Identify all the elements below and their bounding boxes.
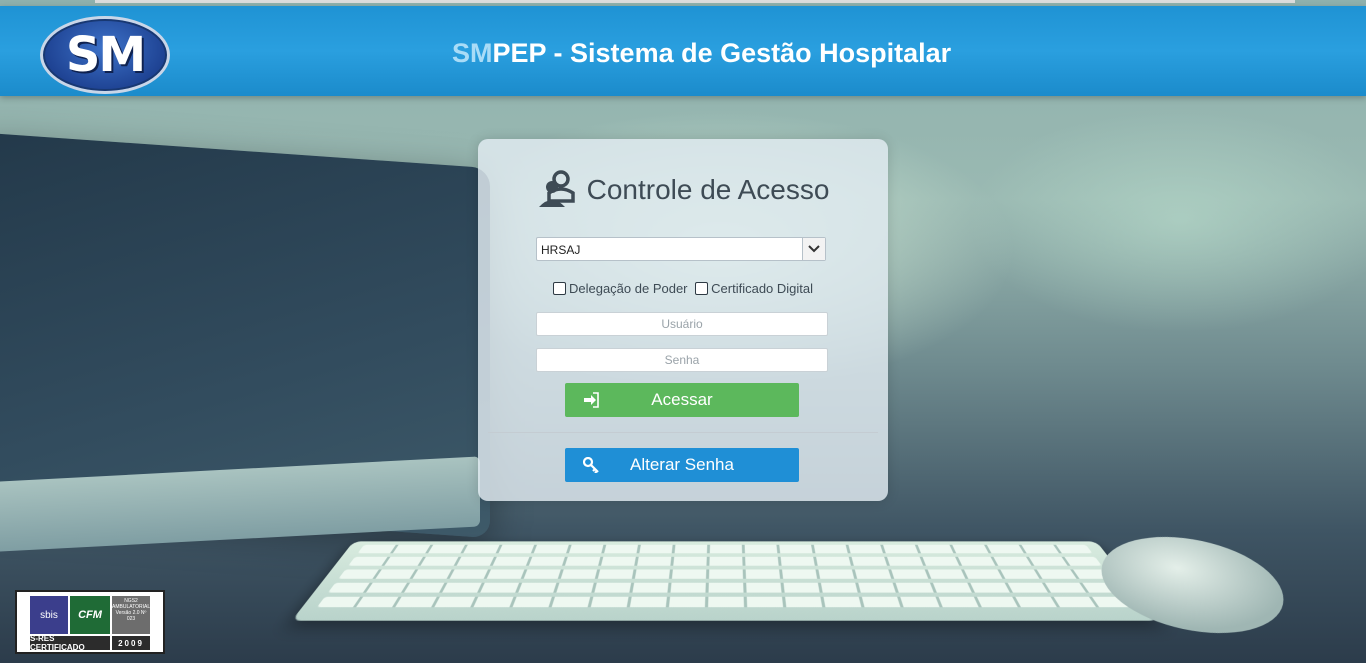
login-heading: Controle de Acesso: [478, 169, 888, 211]
delegacao-checkbox[interactable]: Delegação de Poder: [552, 281, 688, 296]
app-header: SM SMPEP - Sistema de Gestão Hospitalar: [0, 6, 1366, 96]
sm-logo: SM: [40, 16, 170, 94]
certificado-label: Certificado Digital: [711, 281, 814, 296]
unit-select-value: HRSAJ: [541, 243, 581, 257]
app-title: SMPEP - Sistema de Gestão Hospitalar: [452, 38, 951, 69]
certificado-checkbox[interactable]: Certificado Digital: [695, 281, 813, 296]
app-title-rest: PEP - Sistema de Gestão Hospitalar: [492, 38, 952, 68]
acessar-button[interactable]: Acessar: [565, 383, 799, 417]
delegacao-checkbox-box[interactable]: [552, 282, 566, 295]
certificado-checkbox-box[interactable]: [695, 282, 709, 295]
certification-year: 2009: [112, 636, 150, 650]
login-heading-text: Controle de Acesso: [586, 174, 830, 205]
ngs2-seal: NGS2 AMBULATORIAL Versão 2.0 Nº 023: [112, 596, 150, 634]
chevron-down-icon[interactable]: [802, 238, 825, 260]
alterar-senha-label: Alterar Senha: [630, 455, 734, 474]
username-input[interactable]: [536, 312, 828, 336]
delegacao-label: Delegação de Poder: [568, 281, 688, 296]
unit-select[interactable]: HRSAJ: [536, 237, 826, 261]
sign-in-icon: [584, 392, 599, 408]
login-options: Delegação de Poder Certificado Digital: [478, 281, 888, 298]
password-input[interactable]: [536, 348, 828, 372]
app-title-accent: SM: [452, 38, 493, 68]
alterar-senha-button[interactable]: Alterar Senha: [565, 448, 799, 482]
divider: [488, 432, 878, 433]
users-icon: [538, 170, 575, 207]
sbis-logo: sbis: [30, 596, 68, 634]
sres-certification-badge: sbis CFM NGS2 AMBULATORIAL Versão 2.0 Nº…: [15, 590, 165, 654]
login-card: Controle de Acesso HRSAJ Delegação de Po…: [478, 139, 888, 501]
background-keyboard: [291, 541, 1159, 621]
key-icon: [583, 457, 599, 473]
cfm-logo: CFM: [70, 596, 110, 634]
top-border-line: [95, 0, 1295, 3]
sres-certified-label: S-RES CERTIFICADO: [30, 634, 110, 652]
logo-text: SM: [65, 27, 146, 83]
acessar-label: Acessar: [651, 390, 713, 409]
